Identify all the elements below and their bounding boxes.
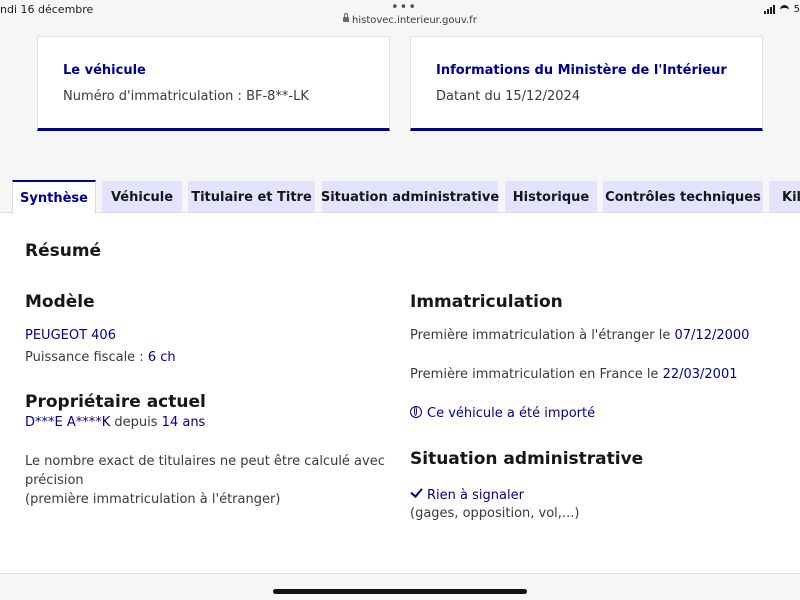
tab-bar: Synthèse Véhicule Titulaire et Titre Sit… xyxy=(0,180,800,214)
tab-controles-techniques[interactable]: Contrôles techniques xyxy=(603,181,763,213)
fiscal-power: Puissance fiscale : 6 ch xyxy=(25,350,176,365)
tab-historique[interactable]: Historique xyxy=(505,181,597,213)
owner-since-label: depuis xyxy=(110,415,162,430)
ministry-card-title: Informations du Ministère de l'Intérieur xyxy=(436,63,727,78)
address-bar[interactable]: histovec.interieur.gouv.fr xyxy=(343,13,477,26)
tab-vehicule[interactable]: Véhicule xyxy=(102,181,182,213)
admin-details: (gages, opposition, vol,...) xyxy=(410,506,580,521)
globe-icon xyxy=(410,406,422,418)
status-indicators: 5 xyxy=(763,4,800,15)
vehicle-card-title: Le véhicule xyxy=(63,63,146,78)
france-registration-date: 22/03/2001 xyxy=(662,367,738,382)
owner-line: D***E A****K depuis 14 ans xyxy=(25,415,205,430)
battery-percent: 5 xyxy=(793,4,800,15)
check-icon xyxy=(410,485,423,498)
signal-icon xyxy=(763,5,775,14)
url-text: histovec.interieur.gouv.fr xyxy=(352,15,477,26)
tab-synthese[interactable]: Synthèse xyxy=(12,180,96,214)
vehicle-card: Le véhicule Numéro d'immatriculation : B… xyxy=(37,36,390,131)
status-date: ndi 16 décembre xyxy=(0,3,94,16)
foreign-registration-label: Première immatriculation à l'étranger le xyxy=(410,328,675,343)
fiscal-power-value: 6 ch xyxy=(147,350,176,365)
admin-heading: Situation administrative xyxy=(410,449,644,469)
owner-note-2: précision xyxy=(25,473,84,488)
owner-name: D***E A****K xyxy=(25,415,111,430)
france-registration-label: Première immatriculation en France le xyxy=(410,367,663,382)
admin-status-text: Rien à signaler xyxy=(427,488,524,503)
imported-link-text: Ce véhicule a été importé xyxy=(427,406,596,421)
owner-note-3: (première immatriculation à l'étranger) xyxy=(25,492,281,507)
registration-number: Numéro d'immatriculation : BF-8**-LK xyxy=(63,89,309,104)
tab-titulaire-titre[interactable]: Titulaire et Titre xyxy=(188,181,315,213)
wifi-icon xyxy=(779,4,789,15)
synthese-panel: Résumé Modèle PEUGEOT 406 Puissance fisc… xyxy=(0,212,800,574)
model-name: PEUGEOT 406 xyxy=(25,328,116,343)
admin-status[interactable]: Rien à signaler xyxy=(410,485,524,503)
status-bar: ndi 16 décembre ••• histovec.interieur.g… xyxy=(0,0,800,36)
imported-link[interactable]: Ce véhicule a été importé xyxy=(410,406,595,421)
france-registration: Première immatriculation en France le 22… xyxy=(410,367,738,382)
ministry-card: Informations du Ministère de l'Intérieur… xyxy=(410,36,763,131)
home-indicator[interactable] xyxy=(273,589,527,594)
multitask-dots-icon[interactable]: ••• xyxy=(391,0,417,15)
summary-title: Résumé xyxy=(25,241,102,261)
fiscal-power-label: Puissance fiscale : xyxy=(25,350,148,365)
registration-heading: Immatriculation xyxy=(410,292,563,312)
foreign-registration-date: 07/12/2000 xyxy=(674,328,750,343)
foreign-registration: Première immatriculation à l'étranger le… xyxy=(410,328,749,343)
lock-icon xyxy=(343,13,349,22)
owner-note-1: Le nombre exact de titulaires ne peut êt… xyxy=(25,454,385,469)
tab-kilometrage[interactable]: Kilo xyxy=(769,181,800,213)
tab-situation-administrative[interactable]: Situation administrative xyxy=(321,181,499,213)
ministry-date: Datant du 15/12/2024 xyxy=(436,89,581,104)
owner-heading: Propriétaire actuel xyxy=(25,392,206,412)
model-heading: Modèle xyxy=(25,292,95,312)
owner-since-value: 14 ans xyxy=(161,415,206,430)
